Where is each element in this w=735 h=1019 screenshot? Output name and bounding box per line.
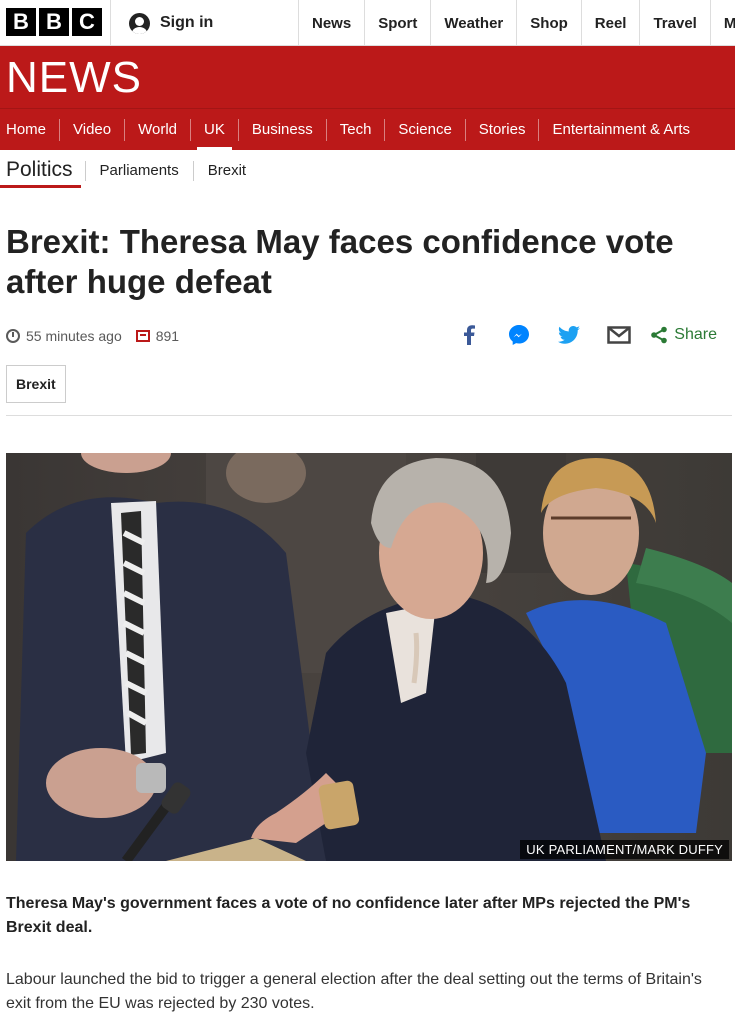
section-nav-world[interactable]: World: [124, 118, 190, 141]
news-masthead: NEWS: [0, 46, 735, 108]
global-header: B B C Sign in News Sport Weather Shop Re…: [0, 0, 735, 46]
sub-nav-parliaments[interactable]: Parliaments: [84, 161, 193, 181]
sign-in-link[interactable]: Sign in: [110, 0, 298, 46]
share-button[interactable]: Share: [650, 326, 717, 344]
clock-icon: [6, 329, 20, 343]
section-nav-uk[interactable]: UK: [190, 118, 238, 151]
global-nav-travel[interactable]: Travel: [639, 0, 709, 46]
section-nav-video[interactable]: Video: [59, 118, 124, 141]
sub-nav-politics[interactable]: Politics: [0, 150, 81, 192]
divider: [6, 415, 732, 416]
sub-nav: Politics Parliaments Brexit: [0, 150, 735, 192]
section-nav-home[interactable]: Home: [0, 119, 59, 141]
comment-icon[interactable]: [135, 330, 150, 342]
image-caption: UK PARLIAMENT/MARK DUFFY: [520, 840, 729, 859]
sign-in-label: Sign in: [160, 14, 214, 31]
global-nav-news[interactable]: News: [298, 0, 364, 46]
share-icon: [651, 326, 668, 344]
sub-nav-brexit[interactable]: Brexit: [192, 161, 260, 181]
global-nav-reel[interactable]: Reel: [580, 0, 640, 46]
global-nav-sport[interactable]: Sport: [364, 0, 430, 46]
global-nav-shop[interactable]: Shop: [516, 0, 581, 46]
section-nav-business[interactable]: Business: [237, 118, 326, 141]
global-nav: News Sport Weather Shop Reel Travel M: [298, 0, 735, 46]
share-label: Share: [674, 326, 717, 343]
bbc-logo[interactable]: B B C: [6, 8, 102, 36]
article-timestamp: 55 minutes ago: [26, 328, 122, 344]
email-icon[interactable]: [594, 321, 644, 349]
section-nav-entertainment[interactable]: Entertainment & Arts: [538, 118, 703, 141]
article-headline: Brexit: Theresa May faces confidence vot…: [6, 223, 674, 300]
messenger-icon[interactable]: [494, 321, 544, 349]
share-tools: Share: [444, 321, 717, 349]
logo-letter: C: [72, 8, 102, 36]
section-nav-science[interactable]: Science: [384, 118, 464, 141]
global-nav-more[interactable]: M: [709, 0, 735, 46]
facebook-icon[interactable]: [444, 321, 494, 349]
section-nav: Home Video World UK Business Tech Scienc…: [0, 108, 735, 151]
article-intro: Theresa May's government faces a vote of…: [6, 895, 691, 936]
article-photo: [6, 453, 732, 861]
comment-count[interactable]: 891: [156, 328, 179, 344]
article-meta: 55 minutes ago 891: [6, 325, 179, 347]
user-icon: [129, 12, 150, 34]
article-image: UK PARLIAMENT/MARK DUFFY: [6, 453, 732, 861]
section-nav-tech[interactable]: Tech: [325, 118, 385, 141]
global-nav-weather[interactable]: Weather: [430, 0, 516, 46]
news-wordmark[interactable]: NEWS: [6, 54, 142, 102]
twitter-icon[interactable]: [544, 321, 594, 349]
topic-tag-brexit[interactable]: Brexit: [6, 365, 66, 403]
section-nav-stories[interactable]: Stories: [464, 118, 539, 141]
article-paragraph: Labour launched the bid to trigger a gen…: [6, 971, 702, 1012]
logo-letter: B: [39, 8, 69, 36]
logo-letter: B: [6, 8, 36, 36]
